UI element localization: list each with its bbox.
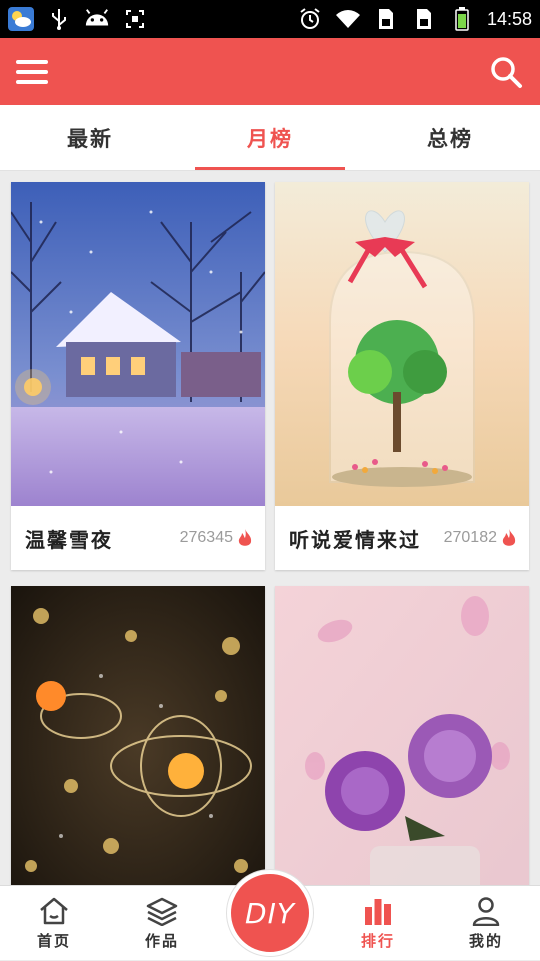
tab-latest[interactable]: 最新 xyxy=(0,105,180,170)
sim1-icon xyxy=(373,7,399,31)
card-title: 听说爱情来过 xyxy=(289,527,421,552)
clock: 14:58 xyxy=(486,8,532,29)
tab-monthly-label: 月榜 xyxy=(247,125,293,151)
app-bar xyxy=(0,38,540,105)
weather-icon xyxy=(8,7,34,31)
tab-overall[interactable]: 总榜 xyxy=(360,105,540,170)
screenshot-icon xyxy=(122,7,148,31)
card-title: 温馨雪夜 xyxy=(25,527,113,552)
wallpaper-thumbnail-love-jar[interactable] xyxy=(275,182,529,506)
status-bar-left xyxy=(8,7,148,31)
ranking-icon xyxy=(365,899,391,925)
wallpaper-thumbnail-fractal-flower[interactable] xyxy=(11,586,265,885)
tab-monthly[interactable]: 月榜 xyxy=(180,105,360,170)
alarm-icon xyxy=(297,7,323,31)
flame-icon xyxy=(502,529,516,546)
usb-icon xyxy=(46,7,72,31)
nav-mine-label: 我的 xyxy=(468,932,503,950)
menu-icon[interactable] xyxy=(16,54,52,90)
diy-button[interactable]: DIY xyxy=(227,870,313,956)
sim2-icon xyxy=(411,7,437,31)
wallpaper-card[interactable]: 听说爱情来过 270182 xyxy=(275,182,529,570)
nav-ranking-label: 排行 xyxy=(360,932,395,950)
wallpaper-thumbnail-snowy-night[interactable] xyxy=(11,182,265,506)
nav-mine[interactable]: 我的 xyxy=(432,886,540,961)
layers-icon xyxy=(146,897,178,926)
card-info: 温馨雪夜 276345 xyxy=(11,506,265,570)
wallpaper-card[interactable] xyxy=(275,586,529,885)
status-bar: 14:58 xyxy=(0,0,540,38)
home-icon xyxy=(40,897,68,925)
ranking-tabs: 最新 月榜 总榜 xyxy=(0,105,540,171)
nav-works-label: 作品 xyxy=(144,932,179,950)
status-bar-right: 14:58 xyxy=(297,7,532,31)
wallpaper-card[interactable] xyxy=(11,586,265,885)
card-count: 276345 xyxy=(179,529,233,546)
wifi-icon xyxy=(335,7,361,31)
diy-button-label: DIY xyxy=(245,896,295,930)
nav-home[interactable]: 首页 xyxy=(0,886,108,961)
wallpaper-card[interactable]: 温馨雪夜 276345 xyxy=(11,182,265,570)
nav-works[interactable]: 作品 xyxy=(108,886,216,961)
wallpaper-thumbnail-purple-roses[interactable] xyxy=(275,586,529,885)
android-icon xyxy=(84,7,110,31)
tab-overall-label: 总榜 xyxy=(427,125,473,151)
flame-icon xyxy=(238,529,252,546)
nav-home-label: 首页 xyxy=(36,932,71,950)
tab-latest-label: 最新 xyxy=(67,125,113,151)
card-info: 听说爱情来过 270182 xyxy=(275,506,529,570)
search-icon[interactable] xyxy=(488,54,524,90)
nav-ranking[interactable]: 排行 xyxy=(324,886,432,961)
battery-icon xyxy=(449,7,475,31)
profile-icon xyxy=(472,897,500,926)
card-count: 270182 xyxy=(443,529,497,546)
wallpaper-grid: 温馨雪夜 276345 听说爱情来过 270182 xyxy=(0,171,540,885)
